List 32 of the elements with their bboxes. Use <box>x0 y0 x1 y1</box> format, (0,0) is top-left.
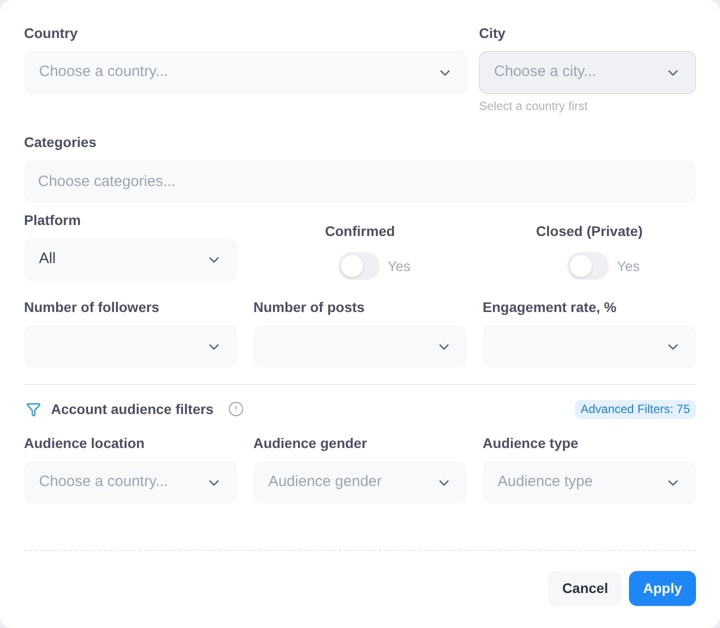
section-title: Account audience filters <box>51 400 214 418</box>
audience-select[interactable]: Choose a country... <box>24 461 238 504</box>
field-label: Platform <box>24 211 81 230</box>
toggle-option-label: Yes <box>616 256 640 276</box>
field-label: Number of followers <box>24 298 160 317</box>
apply-button[interactable]: Apply <box>629 571 696 606</box>
audience-select[interactable]: Audience type <box>482 461 696 504</box>
field-label: Categories <box>24 133 96 152</box>
advanced-filters-badge: Advanced Filters: 75 <box>574 400 696 418</box>
field-label: Audience type <box>482 434 578 453</box>
info-icon <box>228 401 244 417</box>
range-select[interactable] <box>24 325 238 368</box>
country-select[interactable]: Choose a country... <box>24 51 468 94</box>
field-label: Audience gender <box>253 434 367 453</box>
field-label: Country <box>24 24 78 43</box>
toggle-switch[interactable] <box>338 252 380 280</box>
platform-select[interactable]: All <box>24 238 238 281</box>
toggle-switch[interactable] <box>566 252 609 280</box>
toggle-label: Closed (Private) <box>536 222 643 241</box>
helper-text: Select a country first <box>479 98 588 114</box>
toggle-label: Confirmed <box>324 222 395 241</box>
field-label: Number of posts <box>253 298 365 317</box>
audience-select[interactable]: Audience gender <box>253 461 467 504</box>
field-label: Audience location <box>24 434 145 453</box>
filter-icon <box>26 402 41 416</box>
field-label: City <box>479 24 506 43</box>
range-select[interactable] <box>482 325 696 368</box>
range-select[interactable] <box>253 325 467 368</box>
cancel-button[interactable]: Cancel <box>548 571 622 606</box>
field-label: Engagement rate, % <box>482 298 616 317</box>
categories-input[interactable]: Choose categories... <box>24 160 696 203</box>
toggle-option-label: Yes <box>388 256 410 276</box>
